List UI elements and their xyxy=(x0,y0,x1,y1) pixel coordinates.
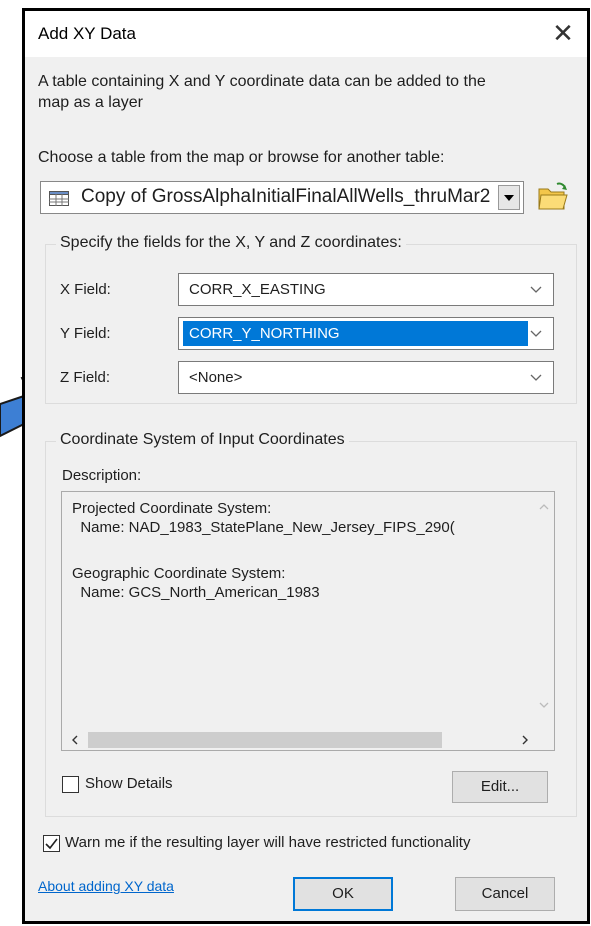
close-icon[interactable]: ✕ xyxy=(541,11,585,55)
scroll-right-icon[interactable] xyxy=(520,734,530,746)
warn-label: Warn me if the resulting layer will have… xyxy=(65,834,471,851)
projected-heading: Projected Coordinate System: xyxy=(72,500,272,517)
add-xy-data-dialog: Add XY Data ✕ A table containing X and Y… xyxy=(22,8,590,924)
geographic-heading: Geographic Coordinate System: xyxy=(72,565,286,582)
ok-button[interactable]: OK xyxy=(293,877,393,911)
about-xy-link[interactable]: About adding XY data xyxy=(38,878,174,894)
intro-line-2: map as a layer xyxy=(38,94,143,111)
warn-checkbox[interactable] xyxy=(43,835,60,852)
intro-line-1: A table containing X and Y coordinate da… xyxy=(38,73,486,90)
scroll-left-icon[interactable] xyxy=(70,734,80,746)
y-field-label: Y Field: xyxy=(60,325,111,342)
browse-button[interactable] xyxy=(535,180,569,214)
scroll-down-icon[interactable] xyxy=(538,700,550,710)
show-details-checkbox[interactable] xyxy=(62,776,79,793)
chevron-down-icon xyxy=(530,374,542,381)
x-field-label: X Field: xyxy=(60,281,111,298)
geographic-name: Name: GCS_North_American_1983 xyxy=(72,584,320,601)
scrollbar-thumb[interactable] xyxy=(88,732,442,748)
dialog-title: Add XY Data xyxy=(38,24,136,43)
y-field-value: CORR_Y_NORTHING xyxy=(189,325,340,342)
table-dropdown-button[interactable] xyxy=(498,185,520,210)
edit-button[interactable]: Edit... xyxy=(452,771,548,803)
projected-name: Name: NAD_1983_StatePlane_New_Jersey_FIP… xyxy=(72,519,455,536)
title-bar: Add XY Data ✕ xyxy=(25,11,587,57)
fields-group-title: Specify the fields for the X, Y and Z co… xyxy=(56,234,406,252)
chevron-down-icon xyxy=(530,330,542,337)
table-icon xyxy=(49,191,69,206)
description-label: Description: xyxy=(62,467,142,484)
choose-table-label: Choose a table from the map or browse fo… xyxy=(38,149,445,166)
folder-open-icon xyxy=(538,182,568,210)
z-field-label: Z Field: xyxy=(60,369,111,386)
x-field-select[interactable]: CORR_X_EASTING xyxy=(178,273,554,306)
checkmark-icon xyxy=(45,838,58,850)
y-field-select[interactable]: CORR_Y_NORTHING xyxy=(178,317,554,350)
cancel-button[interactable]: Cancel xyxy=(455,877,555,911)
coordinate-system-title: Coordinate System of Input Coordinates xyxy=(56,431,349,449)
z-field-value: <None> xyxy=(189,369,243,386)
z-field-select[interactable]: <None> xyxy=(178,361,554,394)
horizontal-scrollbar[interactable] xyxy=(62,728,554,750)
chevron-down-icon xyxy=(530,286,542,293)
show-details-label: Show Details xyxy=(85,775,173,792)
description-box[interactable]: Projected Coordinate System: Name: NAD_1… xyxy=(61,491,555,751)
x-field-value: CORR_X_EASTING xyxy=(189,281,326,298)
scroll-up-icon[interactable] xyxy=(538,502,550,512)
table-select-value: Copy of GrossAlphaInitialFinalAllWells_t… xyxy=(81,186,491,207)
dropdown-triangle-icon xyxy=(504,195,514,201)
table-select[interactable]: Copy of GrossAlphaInitialFinalAllWells_t… xyxy=(40,181,524,214)
